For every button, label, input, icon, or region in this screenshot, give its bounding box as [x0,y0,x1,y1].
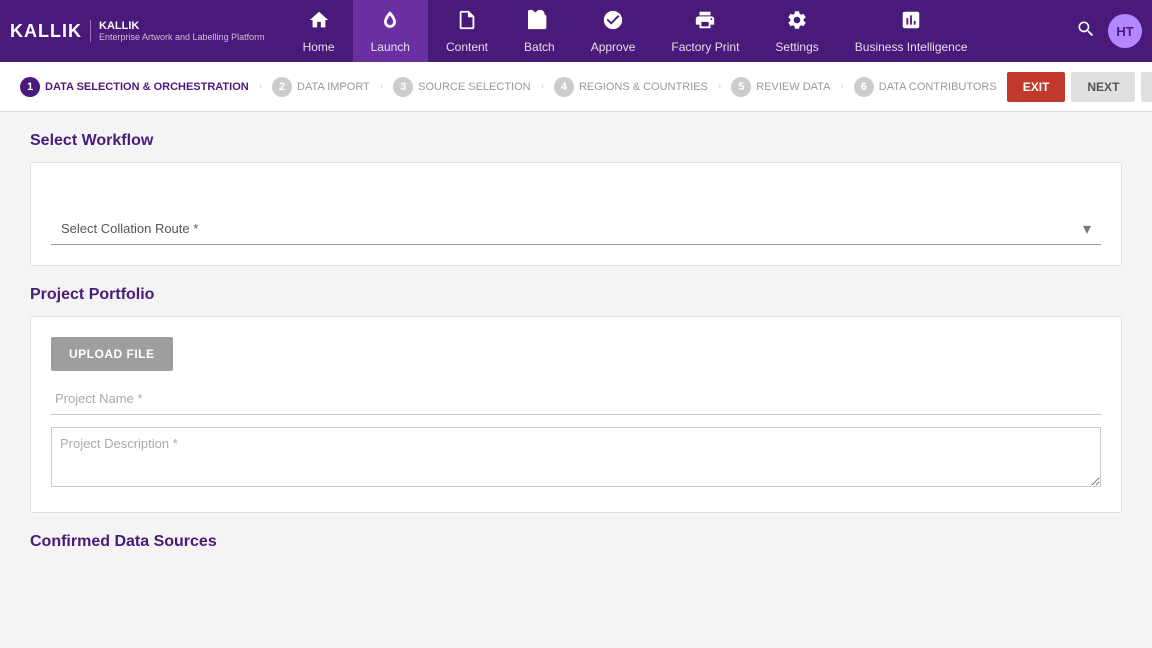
nav-item-approve[interactable]: Approve [573,0,654,62]
nav-items: Home Launch Content Batch [285,0,1076,62]
collation-route-select[interactable]: Select Collation Route * [51,213,1101,245]
logo-area: KALLIK KALLIK Enterprise Artwork and Lab… [10,20,265,42]
nav-label-settings: Settings [775,40,818,54]
nav-label-home: Home [303,40,335,54]
logo-sub-title: KALLIK [99,20,265,32]
launch-icon [379,9,401,38]
workflow-card: Select Collation Route * [30,162,1122,266]
main-content: Select Workflow Select Collation Route *… [0,112,1152,648]
step-4-label: REGIONS & COUNTRIES [579,81,708,93]
nav-item-factory-print[interactable]: Factory Print [653,0,757,62]
home-icon [308,9,330,38]
top-navigation: KALLIK KALLIK Enterprise Artwork and Lab… [0,0,1152,62]
step-2[interactable]: 2 DATA IMPORT [262,77,380,97]
nav-item-batch[interactable]: Batch [506,0,573,62]
step-3-number: 3 [393,77,413,97]
step-6-label: DATA CONTRIBUTORS [879,81,997,93]
logo-sub: KALLIK Enterprise Artwork and Labelling … [90,20,265,42]
nav-label-launch: Launch [371,40,410,54]
step-3[interactable]: 3 SOURCE SELECTION [383,77,540,97]
step-4-number: 4 [554,77,574,97]
batch-icon [528,9,550,38]
exit-button[interactable]: EXIT [1007,72,1066,102]
project-description-input[interactable] [51,427,1101,487]
portfolio-section-title: Project Portfolio [30,286,1122,304]
nav-label-bi: Business Intelligence [855,40,968,54]
step-2-label: DATA IMPORT [297,81,370,93]
nav-item-settings[interactable]: Settings [757,0,836,62]
step-1-label: DATA SELECTION & ORCHESTRATION [45,81,249,93]
step-6-number: 6 [854,77,874,97]
step-1-number: 1 [20,77,40,97]
logo-sub-desc: Enterprise Artwork and Labelling Platfor… [99,32,265,42]
portfolio-card: UPLOAD FILE [30,316,1122,513]
nav-item-content[interactable]: Content [428,0,506,62]
nav-label-factory-print: Factory Print [671,40,739,54]
step-5[interactable]: 5 REVIEW DATA [721,77,840,97]
nav-right: HT [1076,14,1142,48]
user-avatar[interactable]: HT [1108,14,1142,48]
bi-icon [900,9,922,38]
nav-label-content: Content [446,40,488,54]
nav-label-approve: Approve [591,40,636,54]
nav-label-batch: Batch [524,40,555,54]
search-button[interactable] [1076,19,1096,44]
step-5-number: 5 [731,77,751,97]
step-5-label: REVIEW DATA [756,81,830,93]
workflow-section-title: Select Workflow [30,132,1122,150]
step-4[interactable]: 4 REGIONS & COUNTRIES [544,77,718,97]
settings-icon [786,9,808,38]
approve-icon [602,9,624,38]
save-button[interactable]: SAVE [1141,72,1152,102]
nav-item-bi[interactable]: Business Intelligence [837,0,986,62]
step-1[interactable]: 1 DATA SELECTION & ORCHESTRATION [10,77,259,97]
confirmed-sources-title: Confirmed Data Sources [30,533,1122,551]
step-3-label: SOURCE SELECTION [418,81,530,93]
steps-bar: 1 DATA SELECTION & ORCHESTRATION › 2 DAT… [0,62,1152,112]
collation-route-wrapper: Select Collation Route * [51,213,1101,245]
project-name-input[interactable] [51,383,1101,415]
content-icon [456,9,478,38]
nav-item-launch[interactable]: Launch [353,0,428,62]
factory-print-icon [694,9,716,38]
upload-file-button[interactable]: UPLOAD FILE [51,337,173,371]
next-button[interactable]: NEXT [1071,72,1135,102]
steps-list: 1 DATA SELECTION & ORCHESTRATION › 2 DAT… [10,77,1007,97]
step-2-number: 2 [272,77,292,97]
logo-primary: KALLIK [10,21,82,42]
nav-item-home[interactable]: Home [285,0,353,62]
steps-actions: EXIT NEXT SAVE DELETE TASK [1007,65,1152,109]
step-6[interactable]: 6 DATA CONTRIBUTORS [844,77,1007,97]
